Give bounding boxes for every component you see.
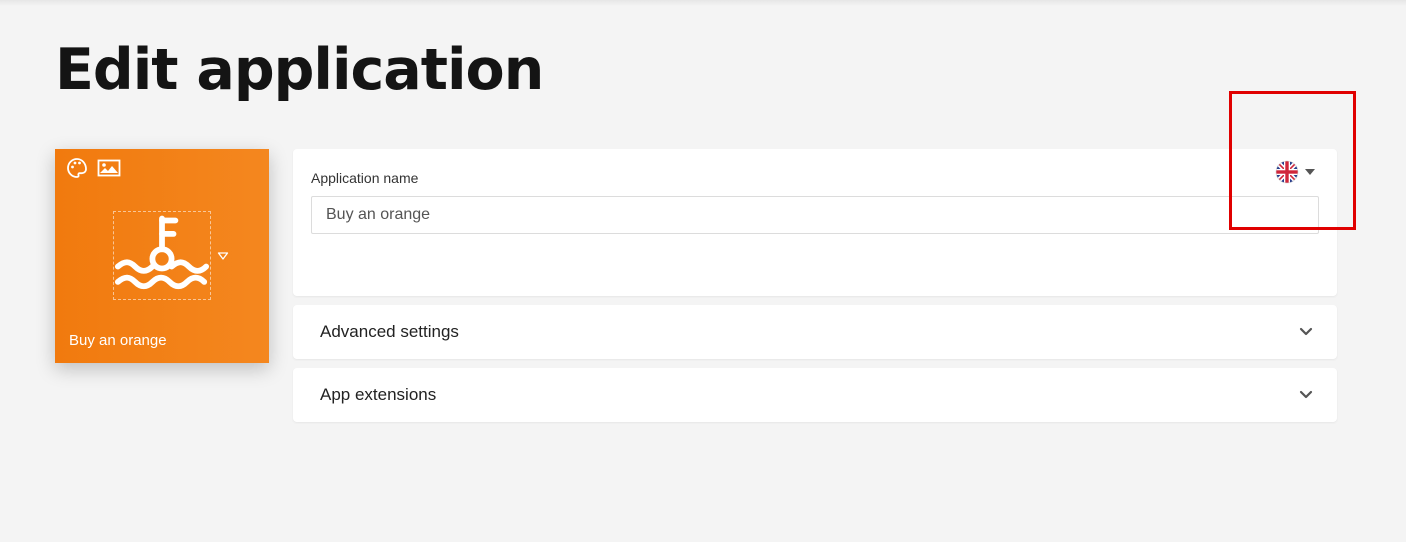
app-tile: Buy an orange bbox=[55, 149, 269, 363]
app-icon-selector[interactable] bbox=[113, 211, 211, 300]
palette-icon[interactable] bbox=[65, 157, 89, 179]
caret-down-icon bbox=[1305, 169, 1315, 175]
app-extensions-section[interactable]: App extensions bbox=[293, 368, 1337, 422]
app-extensions-title: App extensions bbox=[320, 385, 437, 404]
chevron-down-icon bbox=[1299, 327, 1313, 336]
icon-dropdown-caret-icon[interactable] bbox=[217, 248, 229, 260]
advanced-settings-section[interactable]: Advanced settings bbox=[293, 305, 1337, 359]
edit-application-page: Edit application Buy an orange Applicati… bbox=[0, 0, 1406, 542]
image-icon[interactable] bbox=[97, 157, 121, 179]
application-name-label: Application name bbox=[311, 170, 419, 186]
advanced-settings-title: Advanced settings bbox=[320, 322, 459, 341]
language-selector[interactable] bbox=[1275, 160, 1319, 184]
application-name-card: Application name bbox=[293, 149, 1337, 296]
application-name-input[interactable] bbox=[311, 196, 1319, 234]
top-shadow bbox=[0, 0, 1406, 6]
uk-flag-icon bbox=[1275, 160, 1299, 184]
chevron-down-icon bbox=[1299, 390, 1313, 399]
page-title: Edit application bbox=[55, 37, 544, 103]
tile-app-name: Buy an orange bbox=[69, 332, 167, 349]
key-water-icon bbox=[114, 215, 210, 289]
